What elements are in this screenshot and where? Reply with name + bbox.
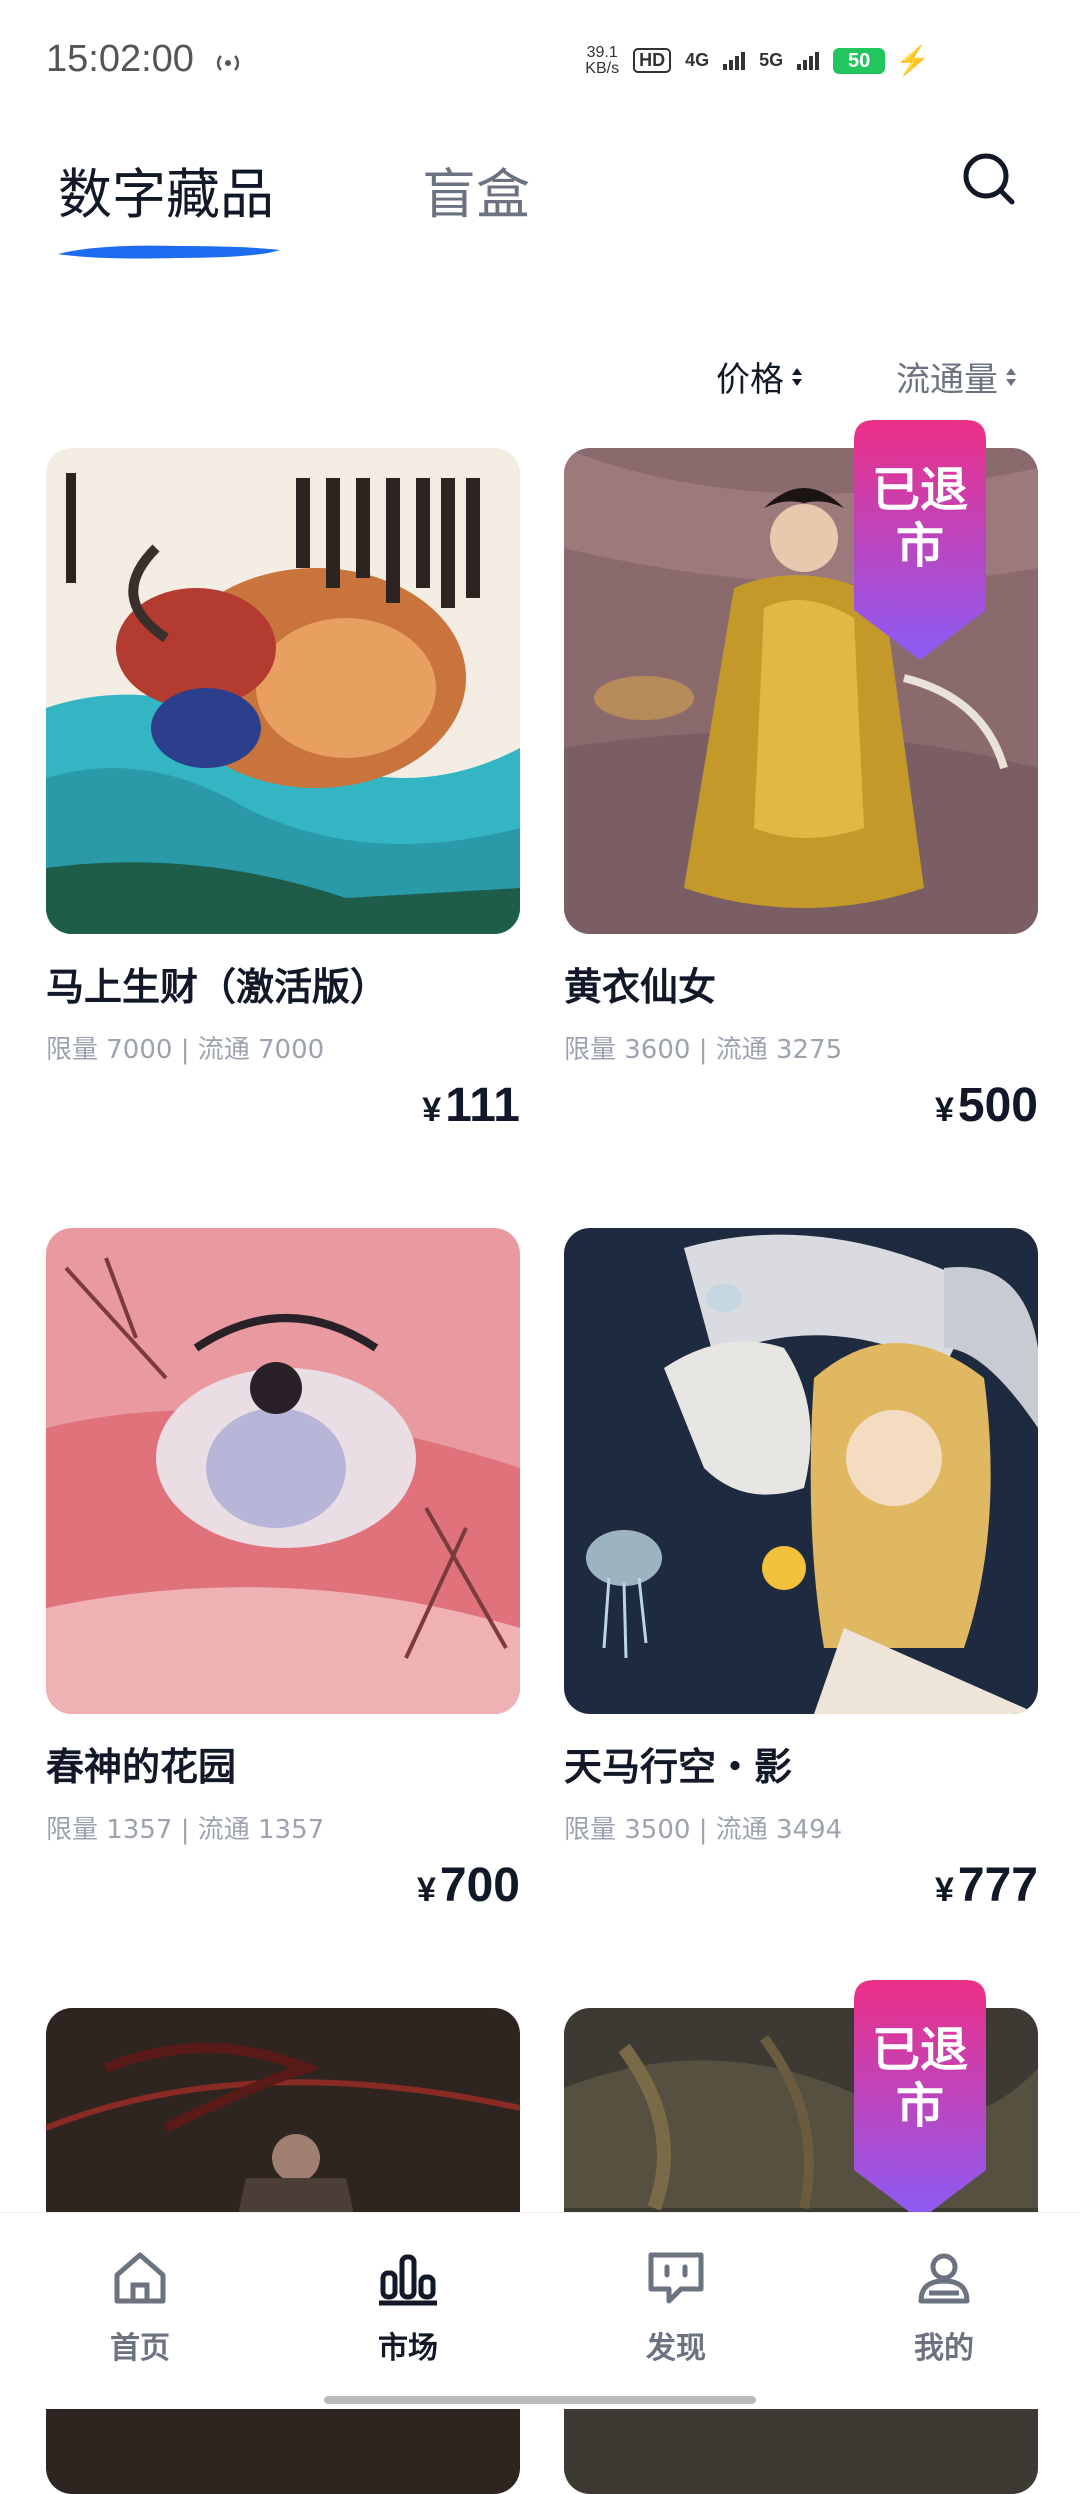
currency-symbol: ¥ bbox=[934, 1871, 954, 1909]
tab-blind-box[interactable]: 盲盒 bbox=[422, 150, 530, 229]
sort-arrows-icon bbox=[792, 367, 802, 386]
nav-home[interactable]: 首页 bbox=[60, 2247, 220, 2367]
sort-bar: 价格 流通量 bbox=[716, 352, 1018, 401]
currency-symbol: ¥ bbox=[422, 1091, 442, 1129]
nav-home-label: 首页 bbox=[110, 2331, 170, 2366]
collectible-title: 马上生财（激活版） bbox=[46, 965, 389, 1009]
nav-profile[interactable]: 我的 bbox=[864, 2247, 1024, 2367]
hotspot-icon bbox=[216, 55, 240, 71]
collectible-image-pegasus-shadow bbox=[564, 1228, 1038, 1714]
delisted-text: 已退市 bbox=[871, 2022, 968, 2134]
top-tabs: 数字藏品 盲盒 bbox=[58, 150, 530, 229]
nav-discover-label: 发现 bbox=[646, 2331, 706, 2366]
price-value: 777 bbox=[957, 1859, 1038, 1912]
collectible-meta: 限量 1357 | 流通 1357 bbox=[46, 1815, 325, 1845]
collectible-meta: 限量 3500 | 流通 3494 bbox=[564, 1815, 843, 1845]
currency-symbol: ¥ bbox=[416, 1871, 436, 1909]
battery-icon: 50 bbox=[833, 47, 886, 74]
price-value: 111 bbox=[445, 1079, 520, 1132]
nav-market[interactable]: 市场 bbox=[328, 2247, 488, 2367]
nav-profile-label: 我的 bbox=[914, 2331, 974, 2366]
collectible-title: 天马行空・影 bbox=[564, 1745, 793, 1789]
collectible-title: 春神的花园 bbox=[46, 1745, 237, 1789]
battery-level: 50 bbox=[848, 49, 871, 72]
sort-circulation-label: 流通量 bbox=[896, 360, 998, 400]
hd-icon: HD bbox=[633, 48, 672, 73]
collectible-card[interactable]: 马上生财（激活版） 限量 7000 | 流通 7000 ¥111 bbox=[46, 448, 520, 1132]
discover-chat-icon bbox=[648, 2252, 704, 2304]
nav-discover[interactable]: 发现 bbox=[596, 2247, 756, 2367]
profile-icon bbox=[918, 2253, 970, 2304]
search-icon[interactable] bbox=[960, 150, 1018, 208]
collectible-card[interactable]: 已退市 黄衣仙女 限量 3600 | 流通 3275 ¥500 bbox=[564, 420, 1038, 1132]
collectible-price: ¥111 bbox=[422, 1078, 520, 1133]
signal-icon bbox=[723, 51, 746, 70]
price-value: 700 bbox=[439, 1859, 520, 1912]
sort-price[interactable]: 价格 bbox=[716, 352, 804, 401]
sort-price-label: 价格 bbox=[716, 360, 784, 400]
active-tab-indicator bbox=[58, 245, 280, 259]
price-value: 500 bbox=[957, 1079, 1038, 1132]
tab-digital-collectibles[interactable]: 数字藏品 bbox=[58, 150, 274, 229]
net-speed: 39.1 KB/s bbox=[585, 43, 620, 77]
collectible-price: ¥700 bbox=[417, 1858, 520, 1913]
sort-arrows-icon bbox=[1006, 367, 1016, 386]
status-bar: 15:02:00 39.1 KB/s HD 4G 5G 50 ⚡ bbox=[0, 0, 1080, 120]
collectible-meta: 限量 7000 | 流通 7000 bbox=[46, 1035, 325, 1065]
collectible-image-horse bbox=[46, 448, 520, 934]
hd-label: HD bbox=[639, 50, 666, 70]
sort-circulation[interactable]: 流通量 bbox=[896, 352, 1018, 401]
status-icons: 39.1 KB/s HD 4G 5G 50 ⚡ bbox=[585, 44, 930, 77]
delisted-text: 已退市 bbox=[871, 462, 968, 574]
nav-market-label: 市场 bbox=[378, 2331, 438, 2366]
status-time: 15:02:00 bbox=[46, 38, 194, 80]
collectible-card[interactable]: 春神的花园 限量 1357 | 流通 1357 ¥700 bbox=[46, 1228, 520, 1912]
net-speed-unit: KB/s bbox=[585, 59, 620, 77]
bottom-nav: 首页 市场 发现 我的 bbox=[0, 2212, 1080, 2409]
collectible-image-spring-garden bbox=[46, 1228, 520, 1714]
collectible-card[interactable]: 天马行空・影 限量 3500 | 流通 3494 ¥777 bbox=[564, 1228, 1038, 1912]
network-4g: 4G bbox=[685, 50, 710, 70]
collectible-meta: 限量 3600 | 流通 3275 bbox=[564, 1035, 843, 1065]
home-icon bbox=[114, 2252, 166, 2304]
charging-icon: ⚡ bbox=[895, 45, 930, 76]
net-speed-value: 39.1 bbox=[586, 43, 618, 61]
delisted-ribbon: 已退市 bbox=[844, 420, 986, 670]
collectible-price: ¥777 bbox=[935, 1858, 1038, 1913]
signal-icon bbox=[797, 51, 820, 70]
home-indicator[interactable] bbox=[324, 2396, 756, 2404]
market-chart-icon bbox=[379, 2254, 437, 2306]
currency-symbol: ¥ bbox=[934, 1091, 954, 1129]
delisted-ribbon: 已退市 bbox=[854, 1980, 986, 2230]
network-5g: 5G bbox=[759, 50, 784, 70]
collectible-price: ¥500 bbox=[935, 1078, 1038, 1133]
collectible-title: 黄衣仙女 bbox=[564, 965, 717, 1009]
